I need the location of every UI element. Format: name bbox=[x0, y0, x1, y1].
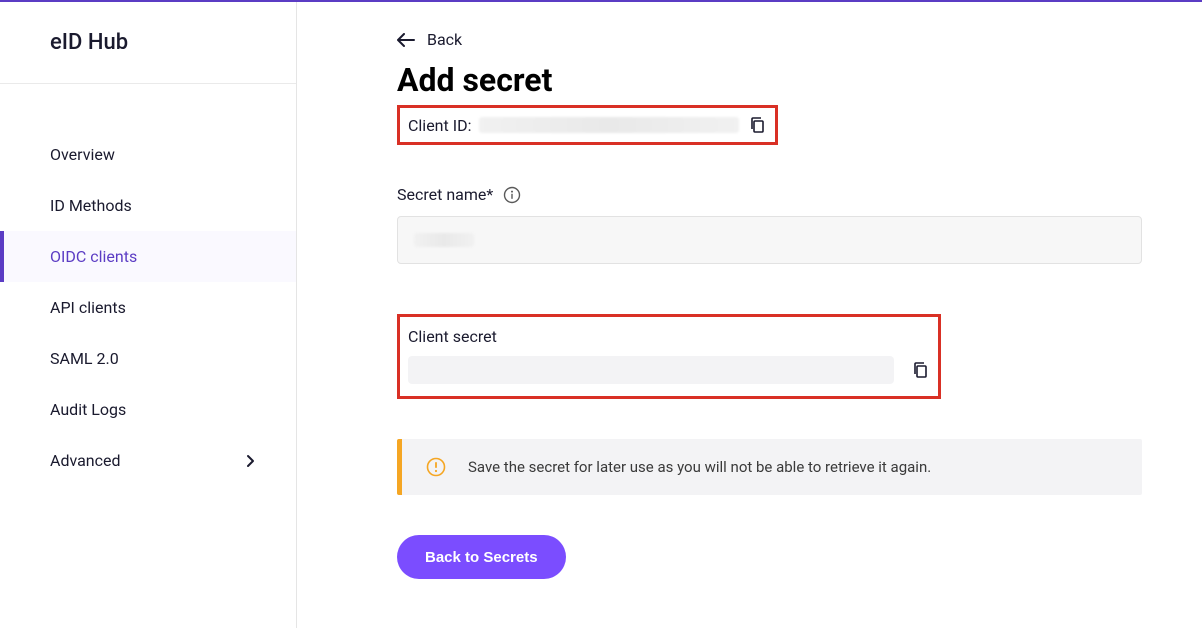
arrow-left-icon bbox=[397, 33, 415, 47]
warning-alert: Save the secret for later use as you wil… bbox=[397, 439, 1142, 495]
back-button[interactable]: Back bbox=[397, 30, 462, 49]
sidebar-item-audit-logs[interactable]: Audit Logs bbox=[0, 384, 296, 435]
warning-icon bbox=[426, 457, 446, 477]
sidebar: eID Hub Overview ID Methods OIDC clients… bbox=[0, 2, 297, 628]
secret-name-value bbox=[414, 233, 474, 247]
client-id-label: Client ID: bbox=[408, 116, 471, 135]
copy-client-id-button[interactable] bbox=[747, 114, 767, 136]
client-secret-value-box bbox=[408, 356, 894, 384]
main-content: Back Add secret Client ID: Secret name* bbox=[297, 2, 1202, 628]
sidebar-item-saml-2-0[interactable]: SAML 2.0 bbox=[0, 333, 296, 384]
secret-name-label-row: Secret name* bbox=[397, 185, 521, 204]
sidebar-item-advanced[interactable]: Advanced bbox=[0, 435, 296, 486]
client-secret-row bbox=[408, 356, 930, 384]
nav-list: Overview ID Methods OIDC clients API cli… bbox=[0, 84, 296, 486]
sidebar-item-label: Audit Logs bbox=[50, 400, 126, 419]
sidebar-item-label: Overview bbox=[50, 145, 115, 164]
copy-icon bbox=[912, 361, 928, 379]
sidebar-item-api-clients[interactable]: API clients bbox=[0, 282, 296, 333]
copy-client-secret-button[interactable] bbox=[910, 359, 930, 381]
page-title: Add secret bbox=[397, 61, 1142, 99]
chevron-right-icon bbox=[246, 454, 256, 468]
sidebar-item-label: API clients bbox=[50, 298, 126, 317]
secret-name-input[interactable] bbox=[397, 216, 1142, 264]
sidebar-item-label: OIDC clients bbox=[50, 247, 137, 266]
copy-icon bbox=[749, 116, 765, 134]
sidebar-item-label: ID Methods bbox=[50, 196, 132, 215]
back-label: Back bbox=[427, 30, 462, 49]
secret-name-label: Secret name* bbox=[397, 185, 493, 204]
secret-name-section: Secret name* bbox=[397, 185, 1142, 264]
info-icon[interactable] bbox=[503, 186, 521, 204]
app-title: eID Hub bbox=[0, 2, 296, 84]
client-id-row: Client ID: bbox=[397, 105, 778, 145]
client-secret-block: Client secret bbox=[397, 314, 941, 399]
sidebar-item-id-methods[interactable]: ID Methods bbox=[0, 180, 296, 231]
sidebar-item-label: Advanced bbox=[50, 451, 121, 470]
client-id-value bbox=[479, 117, 739, 133]
sidebar-item-overview[interactable]: Overview bbox=[0, 129, 296, 180]
sidebar-item-label: SAML 2.0 bbox=[50, 349, 119, 368]
sidebar-item-oidc-clients[interactable]: OIDC clients bbox=[0, 231, 296, 282]
client-secret-label: Client secret bbox=[408, 327, 930, 346]
alert-text: Save the secret for later use as you wil… bbox=[468, 458, 931, 476]
back-to-secrets-button[interactable]: Back to Secrets bbox=[397, 535, 566, 579]
